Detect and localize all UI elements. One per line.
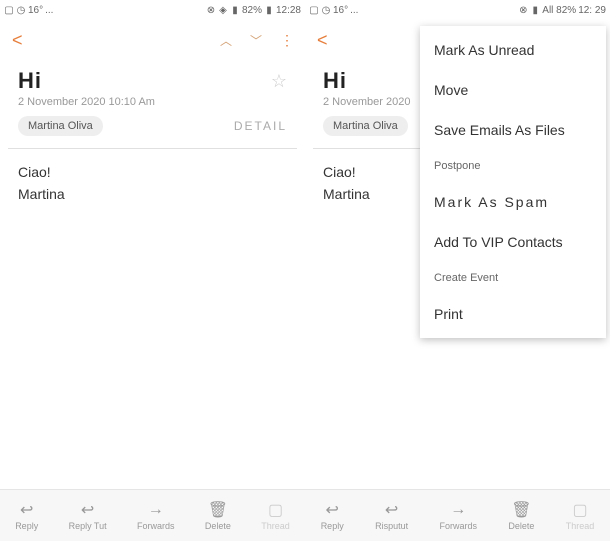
signal-icon: ▮ [230,5,240,15]
battery-icon: ▮ [264,5,274,15]
forward-button[interactable]: → Forwards [439,501,477,531]
body-signature: Martina [18,185,287,205]
menu-add-vip[interactable]: Add To VIP Contacts [420,222,606,262]
back-button[interactable]: < [12,30,23,51]
email-date: 2 November 2020 10:10 Am [0,94,305,116]
menu-mark-unread[interactable]: Mark As Unread [420,30,606,70]
menu-move[interactable]: Move [420,70,606,110]
menu-print[interactable]: Print [420,294,606,334]
clock-icon: ◷ [321,5,331,15]
forward-icon: → [450,501,466,519]
battery-text: All 82% [542,5,576,16]
more-menu-icon[interactable]: ⋮ [280,32,293,49]
right-screen: ▢ ◷ 16° ... ⊗ ▮ All 82% 12: 29 < Hi 2 No… [305,0,610,541]
signal-icon: ▮ [530,5,540,15]
temperature: 16° [333,5,348,16]
email-body: Ciao! Martina [0,163,305,204]
reply-all-button[interactable]: ↩ Reply Tut [69,501,107,531]
clock-text: 12: 29 [578,5,606,16]
thread-button[interactable]: ▢ Thread [261,501,290,531]
detail-link[interactable]: DETAIL [234,119,287,133]
trash-icon: 🗑 [208,501,228,519]
reply-label: Reply [321,521,344,531]
left-screen: ▢ ◷ 16° ... ⊗ ◈ ▮ 82% ▮ 12:28 < ︿ ﹀ ⋮ [0,0,305,541]
body-greeting: Ciao! [18,163,287,183]
reply-all-icon: ↩ [385,501,398,519]
clock-text: 12:28 [276,5,301,16]
menu-save-files[interactable]: Save Emails As Files [420,110,606,150]
more-dots: ... [350,5,358,16]
mute-icon: ⊗ [206,5,216,15]
bottom-toolbar: ↩ Reply ↩ Reply Tut → Forwards 🗑 Delete … [0,489,610,541]
email-subject: Hi [18,68,42,94]
statusbar-right: ▢ ◷ 16° ... ⊗ ▮ All 82% 12: 29 [305,0,610,20]
more-dots: ... [45,5,53,16]
forward-icon: → [148,501,164,519]
sender-chip[interactable]: Martina Oliva [18,116,103,136]
clock-icon: ◷ [16,5,26,15]
star-icon[interactable]: ☆ [271,71,287,92]
delete-button[interactable]: 🗑 Delete [508,501,534,531]
reply-all-icon: ↩ [81,501,94,519]
header-left: < ︿ ﹀ ⋮ [0,20,305,60]
reply-all-button[interactable]: ↩ Risputut [375,501,408,531]
sender-chip[interactable]: Martina Oliva [323,116,408,136]
statusbar-left: ▢ ◷ 16° ... ⊗ ◈ ▮ 82% ▮ 12:28 [0,0,305,20]
up-arrow-icon[interactable]: ︿ [220,32,232,49]
thread-label: Thread [261,521,290,531]
menu-create-event[interactable]: Create Event [420,262,606,294]
image-icon: ▢ [4,5,14,15]
reply-button[interactable]: ↩ Reply [15,501,38,531]
reply-label: Reply [15,521,38,531]
down-arrow-icon[interactable]: ﹀ [250,32,262,49]
delete-button[interactable]: 🗑 Delete [205,501,231,531]
temperature: 16° [28,5,43,16]
thread-icon: ▢ [268,501,283,519]
menu-mark-spam[interactable]: Mark As Spam [420,182,606,222]
forward-label: Forwards [137,521,175,531]
battery-text: 82% [242,5,262,16]
delete-label: Delete [205,521,231,531]
menu-postpone[interactable]: Postpone [420,150,606,182]
divider [8,148,297,149]
reply-icon: ↩ [325,501,338,519]
options-menu: Mark As Unread Move Save Emails As Files… [420,26,606,338]
reply-button[interactable]: ↩ Reply [321,501,344,531]
wifi-icon: ◈ [218,5,228,15]
back-button[interactable]: < [317,30,328,51]
mute-icon: ⊗ [518,5,528,15]
image-icon: ▢ [309,5,319,15]
email-subject: Hi [323,68,347,94]
trash-icon: 🗑 [511,501,531,519]
delete-label: Delete [508,521,534,531]
thread-label: Thread [566,521,595,531]
reply-icon: ↩ [20,501,33,519]
reply-all-label: Reply Tut [69,521,107,531]
forward-label: Forwards [439,521,477,531]
forward-button[interactable]: → Forwards [137,501,175,531]
thread-button[interactable]: ▢ Thread [566,501,595,531]
thread-icon: ▢ [572,501,587,519]
reply-all-label: Risputut [375,521,408,531]
